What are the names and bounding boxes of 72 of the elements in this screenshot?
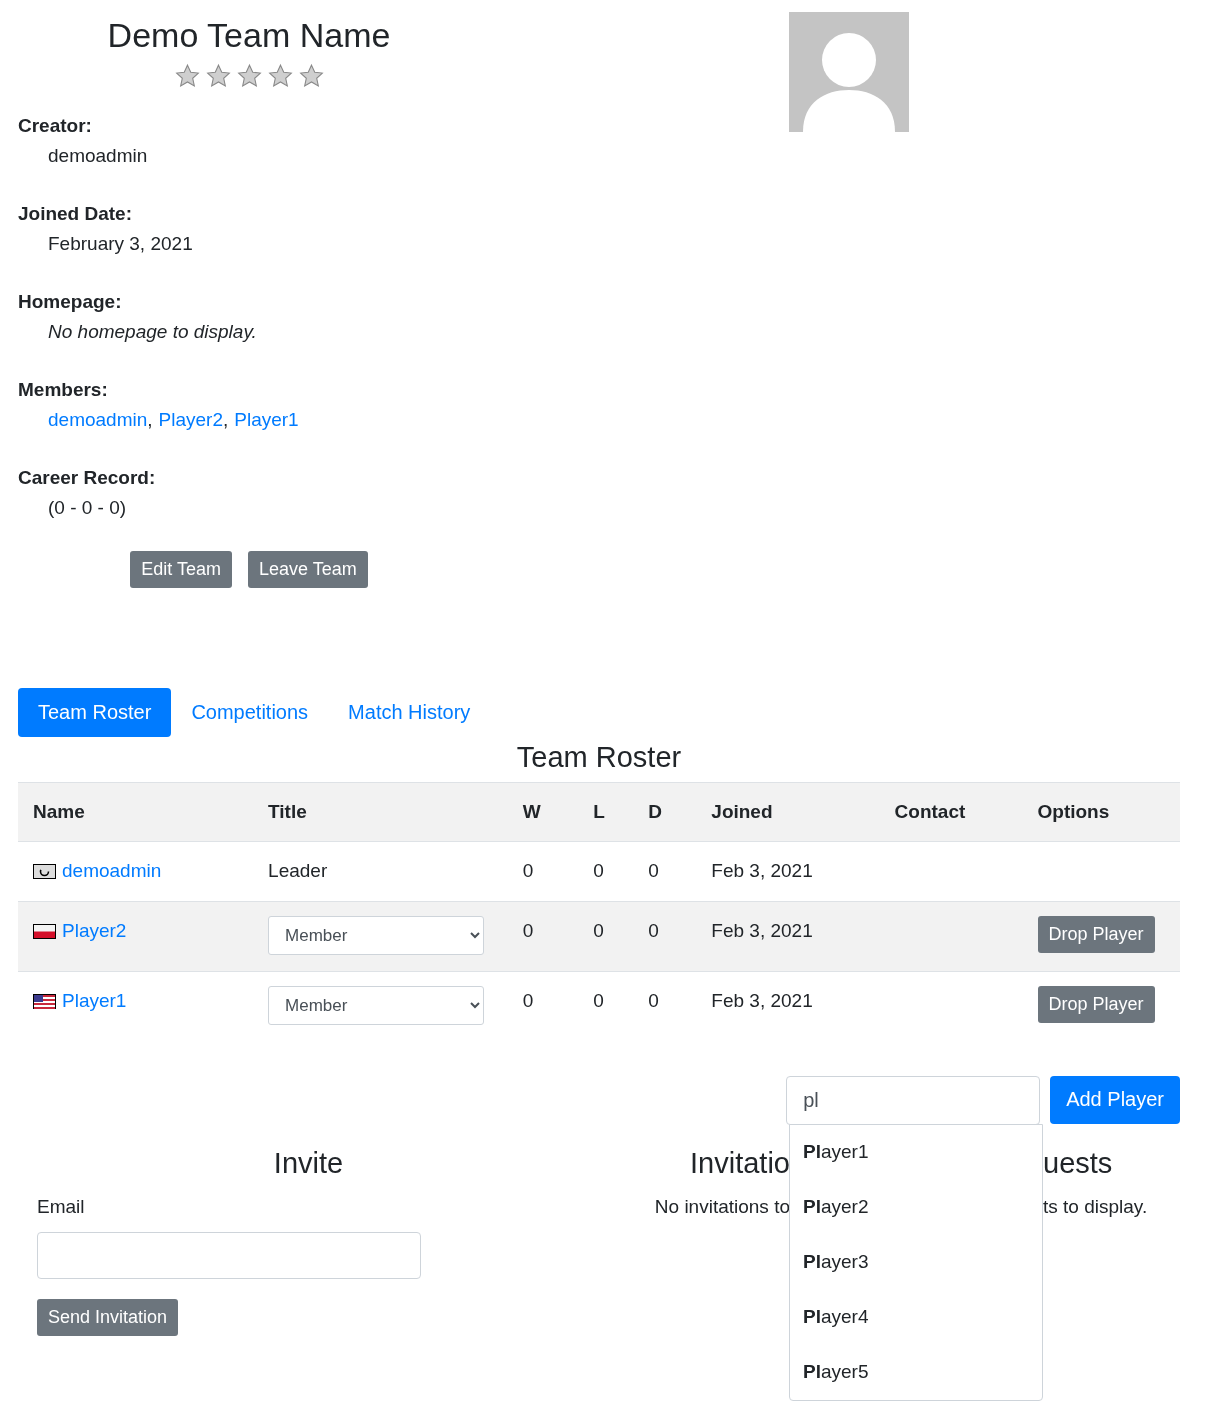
section-title: Invitatio — [689, 1146, 790, 1180]
column-header: D — [633, 782, 697, 842]
tab[interactable]: Competitions — [171, 688, 329, 737]
star-icon — [235, 63, 263, 89]
team-name: Demo Team Name — [106, 16, 392, 55]
column-header: Joined — [696, 782, 880, 842]
field-label: Homepage: — [18, 291, 123, 313]
field-value: February 3, 2021 — [48, 233, 194, 255]
email-field[interactable] — [37, 1231, 421, 1279]
section-title: Invite — [272, 1146, 345, 1180]
table-cell: 0 — [593, 990, 604, 1011]
add-player-button[interactable]: Add Player — [1050, 1075, 1180, 1124]
table-cell: Feb 3, 2021 — [711, 920, 813, 941]
table-cell: 0 — [522, 860, 534, 881]
field-value: No homepage to display. — [48, 321, 258, 343]
separator: , — [223, 409, 229, 431]
column-header: Title — [253, 782, 508, 842]
separator: , — [147, 409, 153, 431]
title-select[interactable]: Member — [268, 986, 485, 1025]
tab[interactable]: Match History — [328, 688, 491, 737]
title-select[interactable]: Member — [268, 916, 485, 955]
suggestion-item[interactable]: Player2 — [790, 1179, 1042, 1235]
flag-icon — [33, 863, 56, 879]
table-cell: 0 — [522, 920, 534, 941]
table-cell: Feb 3, 2021 — [711, 990, 813, 1011]
player-search-field[interactable]: pl — [786, 1075, 1041, 1125]
member-link[interactable]: demoadmin — [48, 409, 148, 431]
field-value: (0 - 0 - 0) — [48, 497, 128, 519]
field-label: Career Record: — [18, 467, 157, 489]
column-header: L — [578, 782, 634, 842]
player-link[interactable]: demoadmin — [62, 860, 162, 882]
table-cell: Feb 3, 2021 — [711, 860, 813, 881]
flag-icon — [33, 993, 56, 1009]
suggestion-item[interactable]: Player1 — [790, 1124, 1042, 1180]
column-header: Name — [18, 782, 254, 842]
field-label: Creator: — [18, 115, 93, 137]
table-cell: 0 — [648, 860, 659, 881]
column-header: W — [507, 782, 579, 842]
star-icon — [266, 63, 294, 89]
table-cell: 0 — [648, 990, 659, 1011]
player-link[interactable]: Player1 — [62, 990, 127, 1012]
table-cell: 0 — [593, 920, 604, 941]
member-link[interactable]: Player2 — [158, 409, 223, 431]
star-icon — [173, 63, 201, 89]
table-cell: Leader — [268, 860, 328, 881]
field-label: Members: — [18, 379, 109, 401]
suggestion-item[interactable]: Player5 — [790, 1344, 1042, 1400]
flag-icon — [33, 923, 56, 939]
tab[interactable]: Team Roster — [18, 688, 172, 737]
team-action-button[interactable]: Leave Team — [248, 551, 368, 588]
drop-player-button[interactable]: Drop Player — [1037, 916, 1155, 953]
drop-player-button[interactable]: Drop Player — [1037, 986, 1155, 1023]
empty-message: No invitations to — [653, 1195, 790, 1218]
field-label: Joined Date: — [18, 203, 134, 225]
column-header: Contact — [879, 782, 1023, 842]
member-link[interactable]: Player1 — [234, 409, 299, 431]
star-icon — [204, 63, 232, 89]
field-label: Email — [37, 1195, 85, 1217]
section-title: Team Roster — [515, 741, 683, 774]
empty-message: ts to display. — [1043, 1195, 1149, 1218]
send-invitation-button[interactable]: Send Invitation — [37, 1298, 179, 1336]
suggestion-item[interactable]: Player3 — [790, 1234, 1042, 1290]
team-action-button[interactable]: Edit Team — [130, 551, 232, 588]
table-cell: 0 — [522, 990, 534, 1011]
section-title: uests — [1043, 1146, 1114, 1180]
field-value: demoadmin — [48, 145, 149, 167]
table-cell: 0 — [593, 860, 604, 881]
star-icon — [297, 63, 325, 89]
table-cell: 0 — [648, 920, 659, 941]
player-link[interactable]: Player2 — [62, 920, 127, 942]
column-header: Options — [1022, 782, 1180, 842]
suggestion-item[interactable]: Player4 — [790, 1289, 1042, 1345]
